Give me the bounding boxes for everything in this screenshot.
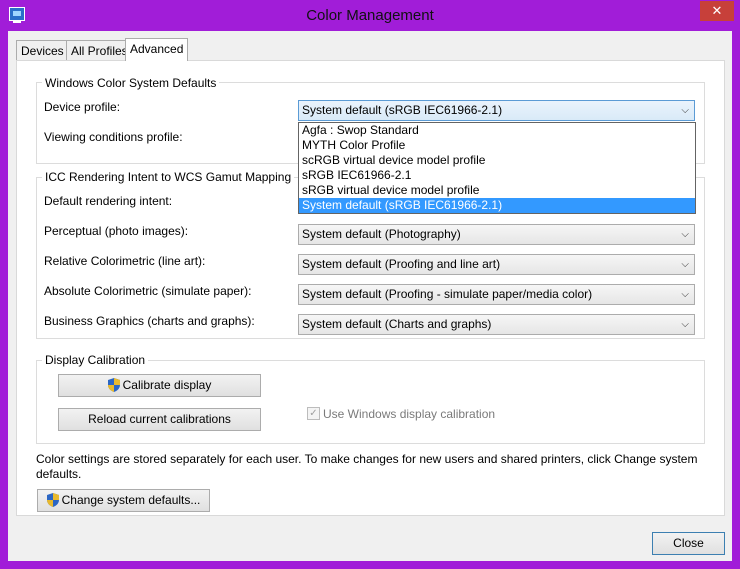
chevron-down-icon: ⌵: [681, 319, 689, 330]
device-profile-select[interactable]: System default (sRGB IEC61966-2.1) ⌵: [298, 100, 695, 121]
uac-shield-icon: [46, 493, 59, 507]
color-management-window: Color Management ✕ Devices All Profiles …: [0, 0, 740, 569]
change-system-defaults-button[interactable]: Change system defaults...: [37, 489, 210, 512]
reload-calibrations-button[interactable]: Reload current calibrations: [58, 408, 261, 431]
viewing-conditions-label: Viewing conditions profile:: [44, 130, 183, 144]
device-profile-value: System default (sRGB IEC61966-2.1): [302, 103, 503, 117]
chevron-down-icon: ⌵: [681, 229, 689, 240]
dropdown-option[interactable]: sRGB virtual device model profile: [299, 183, 695, 198]
window-close-icon[interactable]: ✕: [700, 1, 734, 21]
business-graphics-value: System default (Charts and graphs): [302, 317, 492, 331]
dropdown-option-selected[interactable]: System default (sRGB IEC61966-2.1): [299, 198, 695, 213]
title-bar[interactable]: Color Management ✕: [0, 0, 740, 31]
relative-colorimetric-select[interactable]: System default (Proofing and line art) ⌵: [298, 254, 695, 275]
chevron-down-icon: ⌵: [681, 259, 689, 270]
dropdown-option[interactable]: Agfa : Swop Standard: [299, 123, 695, 138]
dialog-client-area: Devices All Profiles Advanced Windows Co…: [8, 31, 732, 561]
perceptual-select[interactable]: System default (Photography) ⌵: [298, 224, 695, 245]
business-graphics-select[interactable]: System default (Charts and graphs) ⌵: [298, 314, 695, 335]
relative-colorimetric-label: Relative Colorimetric (line art):: [44, 254, 206, 268]
display-calibration-title: Display Calibration: [42, 353, 149, 367]
wcs-defaults-title: Windows Color System Defaults: [42, 76, 220, 90]
business-graphics-label: Business Graphics (charts and graphs):: [44, 314, 255, 328]
dropdown-option[interactable]: scRGB virtual device model profile: [299, 153, 695, 168]
display-calibration-group: [36, 360, 705, 444]
perceptual-label: Perceptual (photo images):: [44, 224, 189, 238]
close-button[interactable]: Close: [652, 532, 725, 555]
use-windows-calibration-checkbox[interactable]: ✓: [307, 407, 320, 420]
perceptual-value: System default (Photography): [302, 227, 461, 241]
calibrate-display-label: Calibrate display: [122, 378, 212, 392]
dropdown-option[interactable]: MYTH Color Profile: [299, 138, 695, 153]
device-profile-dropdown-list[interactable]: Agfa : Swop Standard MYTH Color Profile …: [298, 122, 696, 214]
chevron-down-icon: ⌵: [681, 289, 689, 300]
tab-advanced[interactable]: Advanced: [125, 38, 189, 61]
device-profile-label: Device profile:: [44, 100, 121, 114]
use-windows-calibration-label: Use Windows display calibration: [323, 407, 496, 421]
uac-shield-icon: [107, 378, 120, 392]
tab-devices[interactable]: Devices: [16, 40, 69, 60]
absolute-colorimetric-label: Absolute Colorimetric (simulate paper):: [44, 284, 252, 298]
change-system-defaults-label: Change system defaults...: [61, 493, 201, 507]
default-rendering-label: Default rendering intent:: [44, 194, 173, 208]
relative-colorimetric-value: System default (Proofing and line art): [302, 257, 501, 271]
absolute-colorimetric-select[interactable]: System default (Proofing - simulate pape…: [298, 284, 695, 305]
tab-all-profiles[interactable]: All Profiles: [66, 40, 133, 60]
chevron-down-icon: ⌵: [681, 105, 689, 116]
dropdown-option[interactable]: sRGB IEC61966-2.1: [299, 168, 695, 183]
absolute-colorimetric-value: System default (Proofing - simulate pape…: [302, 287, 593, 301]
info-text: Color settings are stored separately for…: [36, 452, 698, 481]
icc-rendering-title: ICC Rendering Intent to WCS Gamut Mappin…: [42, 170, 295, 184]
window-title: Color Management: [306, 7, 434, 24]
calibrate-display-button[interactable]: Calibrate display: [58, 374, 261, 397]
